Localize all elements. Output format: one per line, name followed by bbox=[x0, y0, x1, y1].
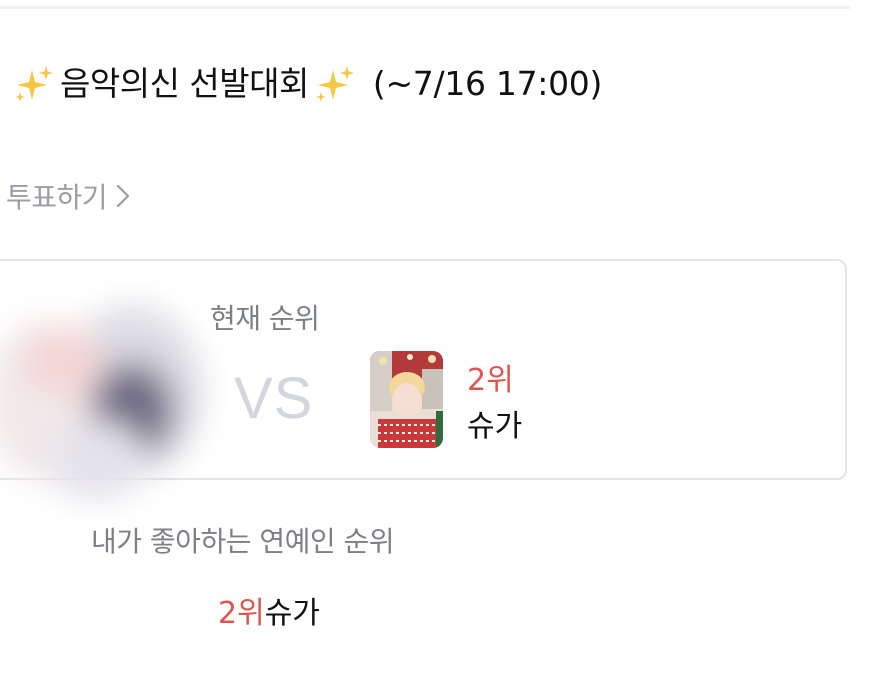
blurred-avatar bbox=[0, 306, 202, 501]
candidate-name: 슈가 bbox=[467, 409, 523, 444]
contest-title: 음악의신 선발대회 (~7/16 17:00) bbox=[10, 56, 602, 112]
vote-link-label: 투표하기 bbox=[6, 181, 108, 214]
chevron-right-icon bbox=[116, 184, 130, 208]
favorite-name: 슈가 bbox=[264, 596, 320, 631]
candidate-photo bbox=[370, 351, 443, 448]
favorite-rank: 2위 bbox=[218, 596, 265, 631]
vote-page: 음악의신 선발대회 (~7/16 17:00) 투표하기 현재 순위 VS 2위… bbox=[0, 0, 895, 675]
ranking-card[interactable]: 현재 순위 VS 2위 슈가 bbox=[0, 259, 847, 501]
vote-link[interactable]: 투표하기 bbox=[6, 176, 131, 216]
favorite-ranking-label: 내가 좋아하는 연예인 순위 bbox=[91, 525, 395, 558]
sparkles-icon bbox=[15, 66, 53, 102]
sparkles-icon bbox=[315, 66, 354, 102]
current-ranking-label: 현재 순위 bbox=[210, 302, 320, 335]
candidate-rank: 2위 bbox=[467, 363, 514, 398]
contest-deadline: (~7/16 17:00) bbox=[372, 64, 603, 103]
contest-title-text: 음악의신 선발대회 bbox=[60, 64, 309, 103]
vs-text: VS bbox=[234, 366, 314, 431]
top-divider bbox=[0, 6, 850, 9]
favorite-ranking-result: 2위슈가 bbox=[218, 588, 320, 632]
